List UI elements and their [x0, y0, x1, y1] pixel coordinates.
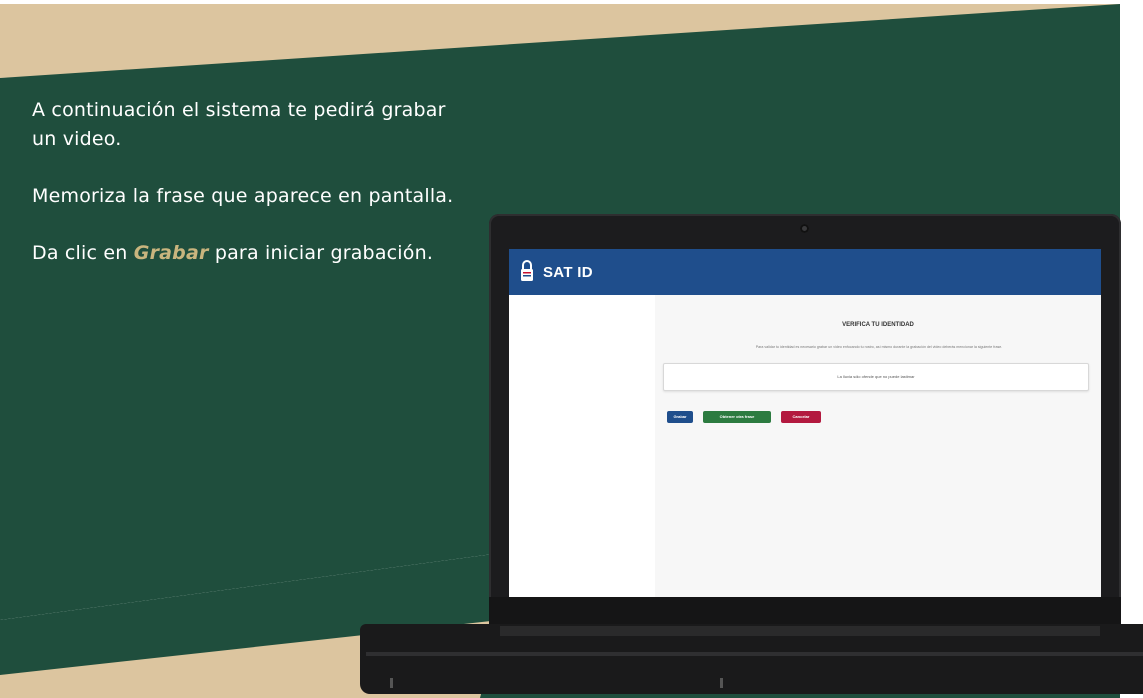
instruction-suffix: para iniciar grabación. — [214, 242, 434, 264]
webcam — [800, 224, 809, 233]
laptop-bezel-bottom — [489, 597, 1121, 624]
base-foot — [720, 678, 723, 688]
laptop-lid: SAT ID VERIFICA TU IDENTIDAD Para valida… — [489, 214, 1121, 624]
verify-description: Para validar tu identidad es necesario g… — [755, 345, 1003, 349]
base-edge — [366, 652, 1143, 656]
base-foot — [390, 678, 393, 688]
laptop-base — [360, 624, 1143, 694]
verify-title: VERIFICA TU IDENTIDAD — [842, 322, 914, 328]
app-brand: SAT ID — [543, 264, 593, 281]
instruction-record-video: A continuación el sistema te pedirá grab… — [32, 99, 446, 150]
app-header: SAT ID — [509, 249, 1101, 295]
verify-identity-panel: VERIFICA TU IDENTIDAD Para validar tu id… — [655, 295, 1101, 597]
phrase-box: La lluvia sólo ofende que no puede lasti… — [663, 363, 1089, 391]
keyboard-edge — [500, 626, 1100, 636]
instruction-memorize-phrase: Memoriza la frase que aparece en pantall… — [32, 185, 454, 207]
cancel-button[interactable]: Cancelar — [781, 411, 821, 423]
instruction-click-record: Da clic en Grabar para iniciar grabación… — [32, 239, 462, 268]
left-panel — [509, 295, 655, 597]
laptop-screen: SAT ID VERIFICA TU IDENTIDAD Para valida… — [509, 249, 1101, 597]
phrase-text: La lluvia sólo ofende que no puede lasti… — [837, 374, 915, 379]
instruction-highlight-grabar: Grabar — [133, 242, 209, 264]
instructions-text: A continuación el sistema te pedirá grab… — [32, 96, 462, 296]
record-button[interactable]: Grabar — [667, 411, 693, 423]
lock-icon — [521, 260, 533, 281]
other-phrase-button[interactable]: Obtener otra frase — [703, 411, 771, 423]
instruction-prefix: Da clic en — [32, 242, 128, 264]
